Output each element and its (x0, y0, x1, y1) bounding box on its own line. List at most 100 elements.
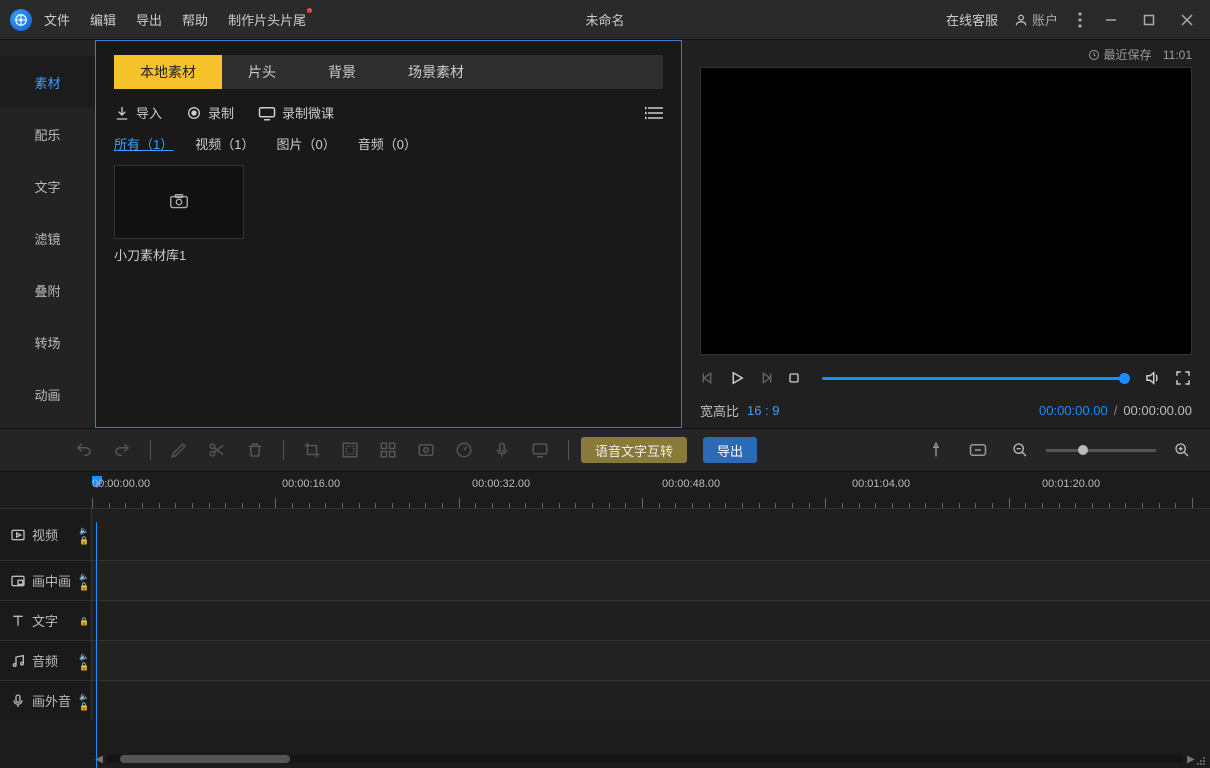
track-label: 画中画 (32, 571, 71, 590)
filter-image[interactable]: 图片（0） (276, 134, 335, 153)
track-label: 视频 (32, 525, 58, 544)
preview-panel: 最近保存 11:01 宽高比 16 : 9 00:00:00.00 / 00:0… (682, 40, 1210, 428)
sidebar-tab-music[interactable]: 配乐 (0, 108, 95, 160)
track-mute-icon[interactable]: 🔈 (79, 652, 87, 660)
filter-all[interactable]: 所有（1） (114, 134, 173, 153)
menu-edit[interactable]: 编辑 (90, 10, 116, 29)
time-total: 00:00:00.00 (1123, 403, 1192, 418)
zoom-out-button[interactable] (1004, 434, 1036, 466)
preview-canvas[interactable] (700, 67, 1192, 355)
track-audio[interactable]: 音频 🔈🔒 (0, 640, 1210, 680)
media-tab-intro[interactable]: 片头 (222, 55, 302, 89)
menu-make-intro[interactable]: 制作片头片尾 (228, 10, 306, 29)
account-link[interactable]: 账户 (1010, 6, 1062, 33)
ruler-tick: 00:00:32.00 (472, 478, 530, 490)
ruler-tick: 00:00:00.00 (92, 478, 150, 490)
split-button[interactable] (201, 434, 233, 466)
grid-button[interactable] (372, 434, 404, 466)
track-voiceover[interactable]: 画外音 🔈🔒 (0, 680, 1210, 720)
aspect-value[interactable]: 16 : 9 (747, 403, 780, 418)
ruler-tick: 00:00:16.00 (282, 478, 340, 490)
track-text[interactable]: 文字 🔒 (0, 600, 1210, 640)
track-label: 文字 (32, 611, 58, 630)
voice-text-convert-button[interactable]: 语音文字互转 (581, 437, 687, 463)
next-frame-button[interactable] (758, 370, 774, 386)
sidebar-tab-transition[interactable]: 转场 (0, 316, 95, 368)
timeline: 00:00:00.00 00:00:16.00 00:00:32.00 00:0… (0, 472, 1210, 768)
sidebar-tab-material[interactable]: 素材 (0, 56, 95, 108)
timeline-ruler[interactable]: 00:00:00.00 00:00:16.00 00:00:32.00 00:0… (0, 472, 1210, 508)
fit-button[interactable] (962, 434, 994, 466)
timeline-tracks: 视频 🔈🔒 画中画 🔈🔒 文字 🔒 音频 🔈🔒 (0, 508, 1210, 750)
track-lock-icon[interactable]: 🔒 (79, 617, 87, 625)
resize-grip-icon[interactable] (1196, 756, 1206, 766)
redo-button[interactable] (106, 434, 138, 466)
media-panel: 本地素材 片头 背景 场景素材 导入 录制 录制微课 所有（1） 视 (95, 40, 682, 428)
zoom-slider[interactable] (1046, 449, 1156, 452)
import-button[interactable]: 导入 (114, 103, 162, 122)
playhead-line (96, 522, 97, 768)
media-thumbnail (114, 165, 244, 239)
prev-frame-button[interactable] (700, 370, 716, 386)
menu-file[interactable]: 文件 (44, 10, 70, 29)
menu-export[interactable]: 导出 (136, 10, 162, 29)
time-separator: / (1114, 403, 1118, 418)
filter-audio[interactable]: 音频（0） (358, 134, 417, 153)
minimize-button[interactable] (1098, 7, 1124, 33)
music-icon (10, 653, 26, 669)
speed-button[interactable] (448, 434, 480, 466)
sidebar-tab-text[interactable]: 文字 (0, 160, 95, 212)
menu-help[interactable]: 帮助 (182, 10, 208, 29)
track-mute-icon[interactable]: 🔈 (79, 692, 87, 700)
sidebar-tab-overlay[interactable]: 叠附 (0, 264, 95, 316)
delete-button[interactable] (239, 434, 271, 466)
track-lock-icon[interactable]: 🔒 (79, 662, 87, 670)
pen-tool-button[interactable] (163, 434, 195, 466)
voice-button[interactable] (486, 434, 518, 466)
stop-button[interactable] (786, 370, 802, 386)
pip-icon (10, 573, 26, 589)
seek-bar[interactable] (822, 377, 1124, 380)
track-lock-icon[interactable]: 🔒 (79, 536, 87, 544)
zoom-in-button[interactable] (1166, 434, 1198, 466)
sidebar-tab-animation[interactable]: 动画 (0, 368, 95, 420)
track-lock-icon[interactable]: 🔒 (79, 582, 87, 590)
category-sidebar: 素材 配乐 文字 滤镜 叠附 转场 动画 (0, 40, 95, 428)
undo-button[interactable] (68, 434, 100, 466)
track-pip[interactable]: 画中画 🔈 🔒 (0, 560, 1210, 600)
mosaic-button[interactable] (334, 434, 366, 466)
sidebar-tab-filter[interactable]: 滤镜 (0, 212, 95, 264)
timeline-scrollbar[interactable]: ◀ ▶ (0, 750, 1210, 768)
export-button[interactable]: 导出 (703, 437, 757, 463)
screen-record-button[interactable] (524, 434, 556, 466)
track-video[interactable]: 视频 🔈 🔒 (0, 508, 1210, 560)
filter-video[interactable]: 视频（1） (195, 134, 254, 153)
scroll-thumb[interactable] (120, 755, 290, 763)
media-tab-local[interactable]: 本地素材 (114, 55, 222, 89)
media-tab-scene[interactable]: 场景素材 (382, 55, 490, 89)
crop-button[interactable] (296, 434, 328, 466)
scroll-left-icon[interactable]: ◀ (92, 754, 106, 765)
track-mute-icon[interactable]: 🔈 (79, 526, 87, 534)
media-item[interactable]: 小刀素材库1 (114, 165, 244, 264)
aspect-label: 宽高比 (700, 401, 739, 420)
ruler-tick: 00:00:48.00 (662, 478, 720, 490)
maximize-button[interactable] (1136, 7, 1162, 33)
record-lesson-button[interactable]: 录制微课 (258, 103, 334, 122)
marker-button[interactable] (920, 434, 952, 466)
media-tab-background[interactable]: 背景 (302, 55, 382, 89)
volume-button[interactable] (1144, 369, 1162, 387)
online-service-link[interactable]: 在线客服 (946, 10, 998, 29)
fullscreen-button[interactable] (1174, 369, 1192, 387)
more-icon[interactable] (1074, 8, 1086, 32)
close-button[interactable] (1174, 7, 1200, 33)
list-view-toggle-icon[interactable] (645, 106, 663, 120)
track-lock-icon[interactable]: 🔒 (79, 702, 87, 710)
time-current: 00:00:00.00 (1039, 403, 1108, 418)
media-item-label: 小刀素材库1 (114, 245, 244, 264)
play-button[interactable] (728, 369, 746, 387)
record-button[interactable]: 录制 (186, 103, 234, 122)
track-mute-icon[interactable]: 🔈 (79, 572, 87, 580)
freeze-frame-button[interactable] (410, 434, 442, 466)
document-title: 未命名 (585, 10, 624, 29)
